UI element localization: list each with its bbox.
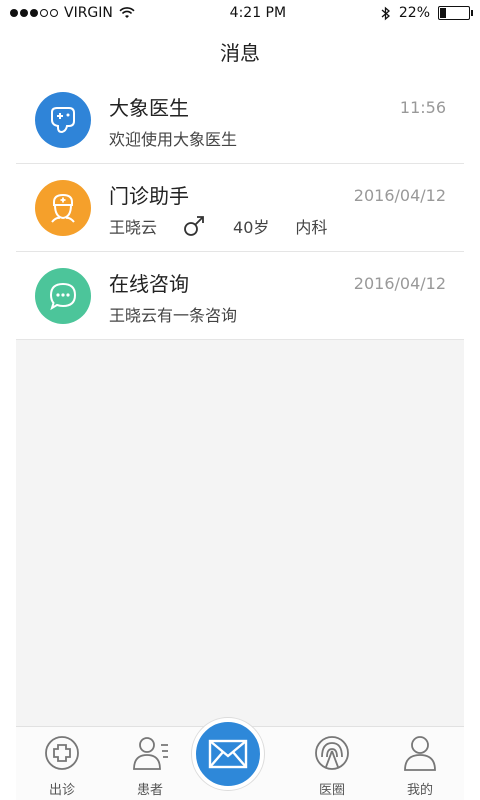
message-title: 门诊助手	[109, 184, 189, 208]
message-preview: 欢迎使用大象医生	[109, 126, 237, 150]
battery-fill	[440, 8, 447, 18]
chat-bubble-icon	[49, 282, 77, 311]
mail-icon	[208, 739, 248, 769]
patient-name: 王晓云	[109, 218, 158, 237]
broadcast-icon	[315, 736, 349, 770]
nurse-icon	[51, 193, 75, 223]
tab-label: 我的	[406, 783, 433, 798]
message-title: 在线咨询	[109, 272, 189, 296]
message-preview-text: 欢迎使用大象医生	[109, 130, 238, 149]
wifi-icon	[119, 7, 135, 18]
patient-department: 内科	[295, 218, 328, 237]
bluetooth-icon	[381, 6, 390, 20]
message-time: 2016/04/12	[353, 186, 446, 205]
tab-clinic[interactable]: 出诊	[22, 733, 102, 799]
tab-label: 患者	[136, 783, 163, 798]
tab-label: 出诊	[48, 783, 75, 798]
tab-label: 医圈	[318, 783, 345, 798]
message-preview-text: 王晓云有一条咨询	[109, 306, 238, 325]
signal-strength-icon	[10, 9, 58, 17]
carrier-name: VIRGIN	[64, 5, 113, 21]
patient-list-icon	[133, 737, 168, 770]
status-bar: VIRGIN 4:21 PM 22%	[0, 0, 480, 26]
status-left: VIRGIN	[10, 5, 135, 21]
elephant-icon	[51, 107, 75, 134]
nav-bar: 消息	[0, 26, 480, 76]
message-list: 大象医生 11:56 欢迎使用大象医生 门诊助手 2016/04/12 王晓云 …	[16, 76, 464, 340]
male-gender-icon	[184, 216, 204, 236]
tab-circle[interactable]: 医圈	[292, 733, 372, 799]
page-title: 消息	[220, 40, 260, 65]
avatar	[35, 268, 91, 324]
battery-percent: 22%	[398, 5, 430, 21]
clinic-cross-icon	[45, 736, 79, 770]
battery-icon	[438, 6, 473, 20]
patient-summary: 王晓云 40岁 内科	[109, 214, 327, 238]
message-title: 大象医生	[109, 96, 189, 120]
avatar	[35, 92, 91, 148]
clock-time: 4:21 PM	[229, 5, 287, 21]
message-item-online-consult[interactable]: 在线咨询 2016/04/12 王晓云有一条咨询	[16, 252, 464, 340]
patient-age: 40岁	[233, 218, 270, 237]
message-time: 11:56	[399, 98, 446, 117]
message-item-clinic-assistant[interactable]: 门诊助手 2016/04/12 王晓云 40岁 内科	[16, 164, 464, 252]
message-time: 2016/04/12	[353, 274, 446, 293]
tab-me[interactable]: 我的	[380, 733, 460, 799]
tab-patients[interactable]: 患者	[110, 733, 190, 799]
message-item-daxiang[interactable]: 大象医生 11:56 欢迎使用大象医生	[16, 76, 464, 164]
messages-tab-button[interactable]	[192, 718, 264, 790]
status-right: 22%	[381, 5, 473, 21]
user-icon	[404, 736, 436, 771]
message-preview: 王晓云有一条咨询	[109, 302, 237, 326]
avatar	[35, 180, 91, 236]
